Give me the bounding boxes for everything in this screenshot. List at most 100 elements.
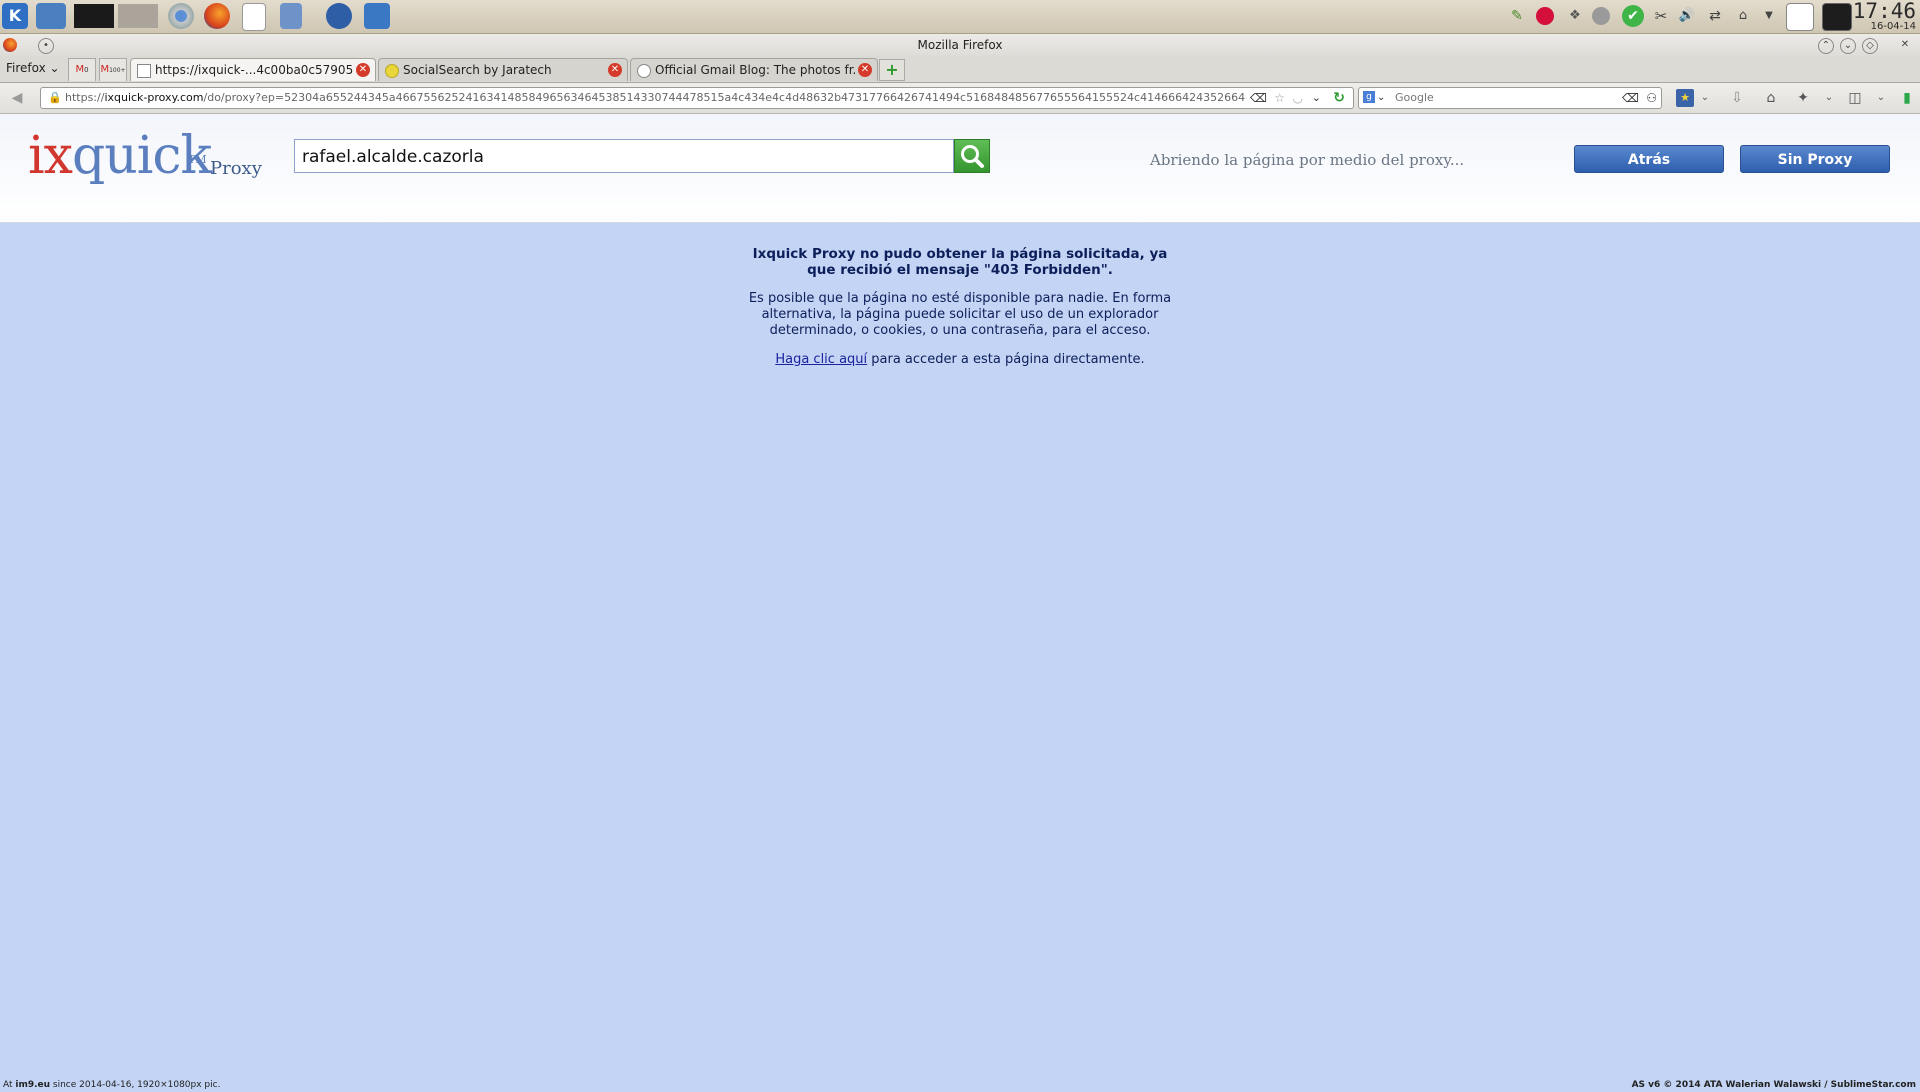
back-button[interactable]: Atrás [1574, 145, 1724, 173]
back-arrow-icon[interactable]: ◀ [8, 89, 26, 107]
direct-access-paragraph: Haga clic aquí para acceder a esta págin… [740, 352, 1180, 368]
footer-site: im9.eu [15, 1080, 51, 1090]
search-engine-dropdown-icon[interactable]: ⌄ [1377, 88, 1385, 108]
proxy-header: ixquick TM Proxy rafael.alcalde.cazorla … [0, 114, 1920, 223]
window-title: Mozilla Firefox [917, 38, 1003, 52]
footer-left: At im9.eu since 2014-04-16, 1920×1080px … [3, 1080, 220, 1090]
pager-desktop-2[interactable] [118, 4, 158, 28]
direct-access-link[interactable]: Haga clic aquí [775, 352, 867, 367]
extension-icon[interactable]: ✦ [1794, 89, 1812, 107]
reload-icon[interactable]: ↻ [1333, 88, 1345, 108]
clock-time: 17:46 [1852, 0, 1916, 23]
reddit-icon [637, 64, 651, 78]
web-search-bar[interactable]: g ⌄ Google ⌫ ⚇ [1358, 87, 1662, 109]
downloads-icon[interactable]: ⇩ [1728, 89, 1746, 107]
google-icon[interactable]: g [1363, 91, 1375, 103]
close-tab-icon[interactable]: ✕ [608, 63, 622, 77]
search-button[interactable] [954, 139, 990, 173]
page-icon [137, 64, 151, 78]
tab-label: SocialSearch by Jaratech [403, 63, 552, 77]
record-tray-icon[interactable] [1536, 7, 1554, 25]
clipboard-scissors-icon[interactable]: ✂ [1652, 7, 1670, 25]
firefox-menu-button[interactable]: Firefox ⌄ [6, 61, 60, 75]
logo-ix: ix [28, 126, 73, 186]
bookmarks-icon[interactable]: ★ [1676, 89, 1694, 107]
close-tab-icon[interactable]: ✕ [356, 63, 370, 77]
tab-ixquick-proxy[interactable]: https://ixquick-...4c00ba0c5790589 ✕ [130, 58, 376, 81]
url-dropdown-icon[interactable]: ⌄ [1312, 88, 1321, 108]
volume-icon[interactable]: 🔊 [1678, 7, 1696, 25]
firefox-window-icon[interactable] [3, 38, 17, 52]
logo-trademark: TM [188, 153, 207, 166]
plus-icon: + [885, 60, 899, 79]
clock-date: 16-04-14 [1870, 21, 1916, 32]
logo-proxy-label: Proxy [210, 158, 262, 179]
bookmark-star-icon[interactable]: ☆ [1274, 88, 1285, 108]
desktop-icon[interactable] [36, 3, 66, 29]
tab-label: https://ixquick-...4c00ba0c5790589 [155, 63, 353, 77]
window-titlebar[interactable]: • Mozilla Firefox ⌃ ⌄ ◇ ✕ [0, 34, 1920, 56]
monitor-app-icon[interactable] [364, 3, 390, 29]
file-manager-icon[interactable] [280, 3, 302, 29]
new-tab-button[interactable]: + [879, 59, 905, 81]
no-proxy-button[interactable]: Sin Proxy [1740, 145, 1890, 173]
footer-prefix: At [3, 1080, 16, 1090]
pocket-toolbar-icon[interactable]: ◫ [1846, 89, 1864, 107]
close-window-icon[interactable]: ✕ [1898, 38, 1912, 52]
opening-status-text: Abriendo la página por medio del proxy..… [1150, 151, 1465, 169]
url-bar[interactable]: 🔒 https://ixquick-proxy.com/do/proxy?ep=… [40, 87, 1354, 109]
ixquick-logo[interactable]: ixquick TM [28, 126, 212, 186]
close-tab-icon[interactable]: ✕ [858, 63, 872, 77]
tab-label: Official Gmail Blog: The photos fr... [655, 63, 855, 77]
firefox-icon[interactable] [204, 3, 230, 29]
tab-socialsearch[interactable]: SocialSearch by Jaratech ✕ [378, 58, 628, 81]
dropbox-tray-icon[interactable]: ❖ [1566, 7, 1584, 25]
error-content: Ixquick Proxy no pudo obtener la página … [0, 246, 1920, 381]
maximize-icon[interactable]: ◇ [1862, 38, 1878, 54]
network-icon[interactable]: ⇄ [1706, 7, 1724, 25]
tray-expand-icon[interactable]: ▼ [1760, 7, 1778, 25]
battery-icon[interactable]: ⌂ [1734, 7, 1752, 25]
clear-url-icon[interactable]: ⌫ [1250, 88, 1267, 108]
addon-green-icon[interactable]: ▮ [1898, 89, 1916, 107]
updates-tray-icon[interactable] [1592, 7, 1610, 25]
thunderbird-icon[interactable] [326, 3, 352, 29]
window-menu-icon[interactable]: • [38, 38, 54, 54]
footer-suffix: since 2014-04-16, 1920×1080px pic. [50, 1080, 221, 1090]
menu-dropdown-icon[interactable]: ⌄ [1872, 89, 1890, 107]
bookmarks-dropdown-icon[interactable]: ⌄ [1696, 89, 1714, 107]
search-placeholder: Google [1395, 91, 1434, 104]
gmail-badge: 0 [84, 66, 89, 74]
clear-search-icon[interactable]: ⌫ [1622, 88, 1639, 108]
checkmark-tray-icon[interactable]: ✔ [1622, 5, 1644, 27]
lock-icon: 🔒 [48, 91, 62, 104]
home-icon[interactable]: ⌂ [1762, 89, 1780, 107]
desktop-taskbar: K ✎ ❖ ✔ ✂ 🔊 ⇄ ⌂ ▼ 17:46 16-04-14 [0, 0, 1920, 34]
search-input[interactable]: rafael.alcalde.cazorla [294, 139, 954, 173]
url-path: /do/proxy?ep=52304a655244345a46675562524… [203, 91, 1246, 104]
minimize-icon[interactable]: ⌄ [1840, 38, 1856, 54]
chrome-icon[interactable] [168, 3, 194, 29]
keep-above-icon[interactable]: ⌃ [1818, 38, 1834, 54]
clock[interactable]: 17:46 16-04-14 [1853, 0, 1916, 32]
binoculars-icon[interactable]: ⚇ [1646, 88, 1657, 108]
text-editor-icon[interactable] [242, 3, 266, 31]
kde-menu-icon[interactable]: K [2, 3, 28, 29]
tab-gmail-blog[interactable]: Official Gmail Blog: The photos fr... ✕ [630, 58, 878, 81]
system-monitor-icon[interactable] [1822, 3, 1852, 31]
pinned-tab-gmail-2[interactable]: M100+ [99, 58, 127, 81]
pocket-icon[interactable]: ◡ [1293, 88, 1303, 108]
clipboard-icon[interactable] [1786, 3, 1814, 31]
extension-dropdown-icon[interactable]: ⌄ [1820, 89, 1838, 107]
gmail-icon: M [100, 64, 110, 75]
chevron-down-icon: ⌄ [49, 61, 60, 75]
network-tray-icon[interactable]: ✎ [1508, 7, 1526, 25]
error-message: Ixquick Proxy no pudo obtener la página … [752, 246, 1168, 278]
search-icon [961, 145, 984, 168]
navigation-bar: ◀ 🔒 https://ixquick-proxy.com/do/proxy?e… [0, 83, 1920, 114]
pager-desktop-1[interactable] [74, 4, 114, 28]
firefox-menu-label: Firefox [6, 61, 46, 75]
pinned-tab-gmail-1[interactable]: M0 [68, 58, 96, 81]
url-scheme: https:// [65, 91, 105, 104]
url-domain: ixquick-proxy.com [104, 91, 204, 104]
